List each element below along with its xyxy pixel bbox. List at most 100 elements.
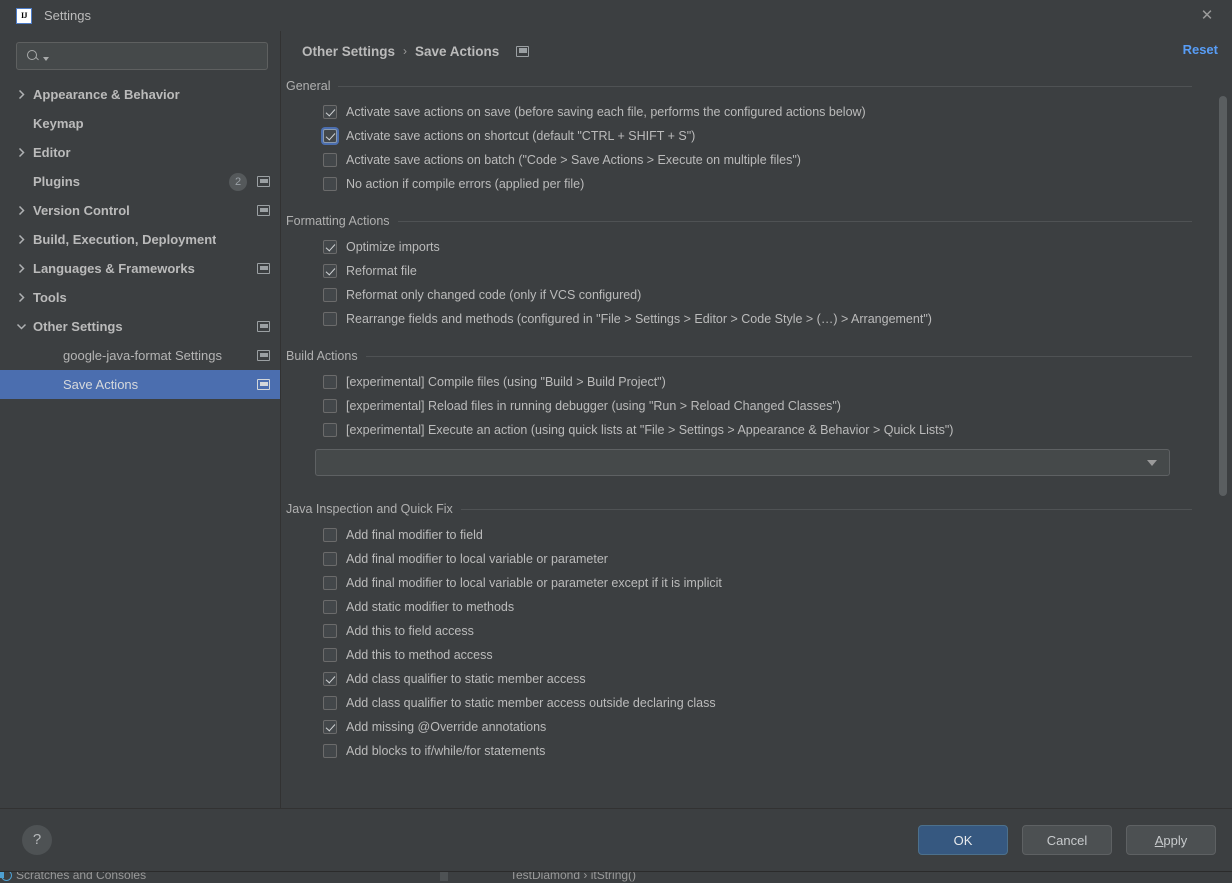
- checkbox-row[interactable]: [experimental] Compile files (using "Bui…: [281, 370, 1232, 394]
- checkbox-unchecked-icon[interactable]: [323, 153, 337, 167]
- checkbox-label: Reformat only changed code (only if VCS …: [346, 288, 642, 302]
- content-scrollbar[interactable]: [1219, 91, 1227, 808]
- checkbox-row[interactable]: [experimental] Reload files in running d…: [281, 394, 1232, 418]
- help-button[interactable]: ?: [22, 825, 52, 855]
- chevron-right-icon[interactable]: [16, 263, 33, 274]
- checkbox-unchecked-icon[interactable]: [323, 399, 337, 413]
- checkbox-unchecked-icon[interactable]: [323, 624, 337, 638]
- chevron-right-icon[interactable]: [16, 205, 33, 216]
- scrollbar-thumb[interactable]: [1219, 96, 1227, 496]
- apply-button[interactable]: Apply: [1126, 825, 1216, 855]
- checkbox-row[interactable]: Add final modifier to local variable or …: [281, 571, 1232, 595]
- sidebar-item-other-settings[interactable]: Other Settings: [0, 312, 280, 341]
- checkbox-row[interactable]: Add class qualifier to static member acc…: [281, 667, 1232, 691]
- section-divider: [460, 508, 1192, 510]
- sidebar-item-version-control[interactable]: Version Control: [0, 196, 280, 225]
- checkbox-unchecked-icon[interactable]: [323, 552, 337, 566]
- dialog-body: Appearance & Behavior Keymap Editor Plugins…: [0, 31, 1232, 808]
- sidebar-item-label: Version Control: [33, 203, 130, 218]
- sidebar-item-plugins[interactable]: Plugins 2: [0, 167, 280, 196]
- search-input[interactable]: [16, 42, 268, 70]
- checkbox-row[interactable]: Add blocks to if/while/for statements: [281, 739, 1232, 763]
- chevron-right-icon[interactable]: [16, 234, 33, 245]
- checkbox-row[interactable]: Add static modifier to methods: [281, 595, 1232, 619]
- checkbox-row[interactable]: No action if compile errors (applied per…: [281, 172, 1232, 196]
- ide-status-dot-icon: [1, 870, 12, 881]
- search-icon: [26, 48, 42, 64]
- checkbox-row[interactable]: Add final modifier to field: [281, 523, 1232, 547]
- breadcrumb-separator: ›: [403, 44, 408, 58]
- checkbox-checked-icon[interactable]: [323, 129, 337, 143]
- checkbox-row[interactable]: Add missing @Override annotations: [281, 715, 1232, 739]
- checkbox-row[interactable]: Add this to field access: [281, 619, 1232, 643]
- quick-list-combo-container: [281, 442, 1232, 476]
- checkbox-label: Activate save actions on save (before sa…: [346, 105, 866, 119]
- sidebar-item-google-java-format-settings[interactable]: google-java-format Settings: [0, 341, 280, 370]
- checkbox-row[interactable]: Activate save actions on batch ("Code > …: [281, 148, 1232, 172]
- checkbox-row[interactable]: Activate save actions on shortcut (defau…: [281, 124, 1232, 148]
- checkbox-label: Add this to method access: [346, 648, 493, 662]
- chevron-right-icon[interactable]: [16, 292, 33, 303]
- sidebar-item-label: Appearance & Behavior: [33, 87, 180, 102]
- sidebar-item-label: Languages & Frameworks: [33, 261, 195, 276]
- checkbox-label: Add static modifier to methods: [346, 600, 515, 614]
- checkbox-row[interactable]: Add class qualifier to static member acc…: [281, 691, 1232, 715]
- sidebar-item-tools[interactable]: Tools: [0, 283, 280, 312]
- checkbox-unchecked-icon[interactable]: [323, 312, 337, 326]
- sidebar-item-label: Plugins: [33, 174, 80, 189]
- section-divider: [397, 220, 1192, 222]
- checkbox-checked-icon[interactable]: [323, 672, 337, 686]
- checkbox-checked-icon[interactable]: [323, 720, 337, 734]
- checkbox-label: No action if compile errors (applied per…: [346, 177, 585, 191]
- chevron-right-icon[interactable]: [16, 147, 33, 158]
- checkbox-unchecked-icon[interactable]: [323, 288, 337, 302]
- sidebar-item-keymap[interactable]: Keymap: [0, 109, 280, 138]
- breadcrumb-parent[interactable]: Other Settings: [302, 44, 395, 59]
- checkbox-unchecked-icon[interactable]: [323, 744, 337, 758]
- checkbox-row[interactable]: Add this to method access: [281, 643, 1232, 667]
- ide-status-divider: [440, 872, 448, 881]
- checkbox-checked-icon[interactable]: [323, 240, 337, 254]
- cancel-button[interactable]: Cancel: [1022, 825, 1112, 855]
- sidebar-item-build-execution-deployment[interactable]: Build, Execution, Deployment: [0, 225, 280, 254]
- checkbox-checked-icon[interactable]: [323, 105, 337, 119]
- checkbox-row[interactable]: Optimize imports: [281, 235, 1232, 259]
- checkbox-label: Rearrange fields and methods (configured…: [346, 312, 932, 326]
- checkbox-row[interactable]: Reformat file: [281, 259, 1232, 283]
- checkbox-unchecked-icon[interactable]: [323, 375, 337, 389]
- checkbox-unchecked-icon[interactable]: [323, 600, 337, 614]
- section-divider: [338, 85, 1192, 87]
- checkbox-unchecked-icon[interactable]: [323, 696, 337, 710]
- checkbox-unchecked-icon[interactable]: [323, 423, 337, 437]
- quick-list-dropdown[interactable]: [315, 449, 1170, 476]
- checkbox-unchecked-icon[interactable]: [323, 177, 337, 191]
- checkbox-row[interactable]: Activate save actions on save (before sa…: [281, 100, 1232, 124]
- checkbox-unchecked-icon[interactable]: [323, 528, 337, 542]
- checkbox-row[interactable]: Rearrange fields and methods (configured…: [281, 307, 1232, 331]
- checkbox-unchecked-icon[interactable]: [323, 648, 337, 662]
- sidebar-item-appearance-behavior[interactable]: Appearance & Behavior: [0, 80, 280, 109]
- checkbox-label: Add blocks to if/while/for statements: [346, 744, 546, 758]
- sidebar-item-label: Tools: [33, 290, 67, 305]
- close-icon[interactable]: ✕: [1196, 5, 1218, 27]
- monitor-icon: [257, 263, 270, 274]
- checkbox-unchecked-icon[interactable]: [323, 576, 337, 590]
- checkbox-row[interactable]: Reformat only changed code (only if VCS …: [281, 283, 1232, 307]
- checkbox-row[interactable]: [experimental] Execute an action (using …: [281, 418, 1232, 442]
- search-container: [0, 31, 280, 70]
- ok-button[interactable]: OK: [918, 825, 1008, 855]
- sidebar-item-save-actions[interactable]: Save Actions: [0, 370, 280, 399]
- monitor-icon: [257, 205, 270, 216]
- sidebar-item-editor[interactable]: Editor: [0, 138, 280, 167]
- checkbox-label: Activate save actions on shortcut (defau…: [346, 129, 696, 143]
- checkbox-checked-icon[interactable]: [323, 264, 337, 278]
- checkbox-label: Add missing @Override annotations: [346, 720, 547, 734]
- apply-mnemonic: A: [1154, 832, 1164, 848]
- chevron-down-icon[interactable]: [16, 321, 33, 332]
- checkbox-row[interactable]: Add final modifier to local variable or …: [281, 547, 1232, 571]
- reset-link[interactable]: Reset: [1183, 42, 1218, 57]
- chevron-right-icon[interactable]: [16, 89, 33, 100]
- checkbox-label: Add this to field access: [346, 624, 474, 638]
- sidebar-item-languages-frameworks[interactable]: Languages & Frameworks: [0, 254, 280, 283]
